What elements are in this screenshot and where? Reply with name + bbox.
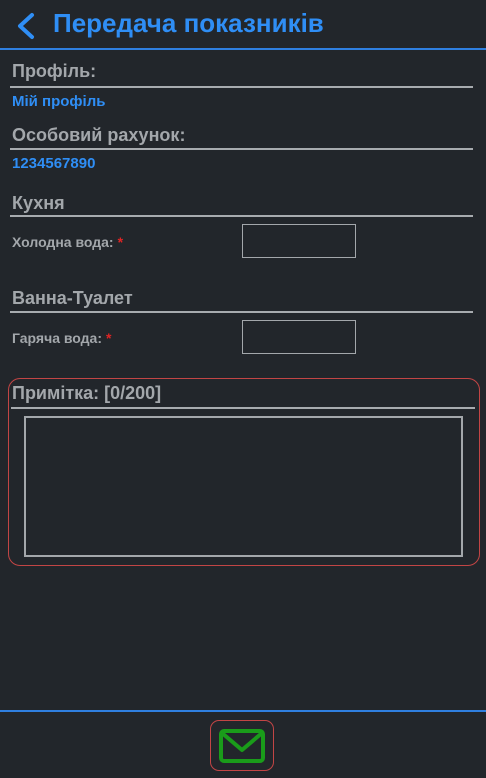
cold-water-label: Холодна вода: * (12, 234, 123, 250)
section-title-bathroom: Ванна-Туалет (12, 288, 133, 308)
hot-water-label: Гаряча вода: * (12, 330, 111, 346)
chevron-left-icon[interactable] (14, 12, 38, 40)
account-divider (10, 148, 473, 150)
profile-divider (10, 86, 473, 88)
note-panel: Примітка: [0/200] (8, 378, 480, 566)
note-label: Примітка: [0/200] (12, 383, 162, 403)
account-label: Особовий рахунок: (12, 125, 186, 145)
app-header: Передача показників (0, 0, 486, 50)
page-title: Передача показників (53, 8, 324, 38)
profile-label: Профіль: (12, 61, 97, 81)
profile-value[interactable]: Мій профіль (12, 93, 105, 110)
bathroom-divider (10, 311, 473, 313)
footer-divider (0, 710, 486, 712)
cold-water-input[interactable] (242, 224, 356, 258)
envelope-icon (219, 728, 265, 763)
cold-water-label-text: Холодна вода: (12, 234, 114, 250)
required-mark: * (117, 234, 124, 250)
required-mark: * (106, 330, 112, 346)
kitchen-divider (10, 215, 473, 217)
account-value[interactable]: 1234567890 (12, 155, 95, 172)
hot-water-input[interactable] (242, 320, 356, 354)
section-title-kitchen: Кухня (12, 193, 65, 213)
note-textarea[interactable] (24, 416, 463, 557)
send-button[interactable] (210, 720, 274, 771)
hot-water-label-text: Гаряча вода: (12, 330, 103, 346)
note-divider (11, 407, 475, 409)
